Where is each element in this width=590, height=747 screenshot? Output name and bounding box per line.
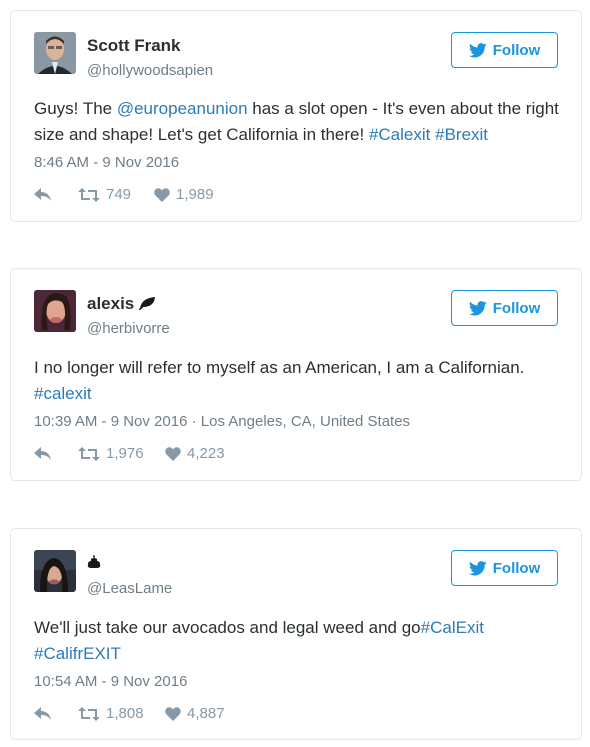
twitter-bird-icon (468, 300, 487, 315)
reply-icon (34, 706, 51, 720)
follow-button[interactable]: Follow (451, 550, 558, 586)
timestamp[interactable]: 10:39 AM - 9 Nov 2016 · Los Angeles, CA,… (34, 413, 410, 430)
display-name[interactable]: alexis (87, 294, 157, 314)
reply-button[interactable] (34, 187, 78, 202)
tweet-text: I no longer will refer to myself as an A… (34, 355, 564, 407)
reply-button[interactable] (34, 446, 78, 461)
hashtag-link[interactable]: #CalExit (421, 618, 484, 637)
retweet-count: 749 (106, 186, 132, 203)
tweet-actions: 1,976 4,223 (34, 445, 225, 462)
retweet-button[interactable]: 1,976 (78, 445, 165, 462)
follow-button[interactable]: Follow (451, 290, 558, 326)
like-button[interactable]: 4,887 (165, 705, 225, 722)
retweet-count: 1,976 (106, 445, 144, 462)
tweet-card: @LeasLame Follow We'll just take our avo… (10, 528, 582, 740)
tweet-text: We'll just take our avocados and legal w… (34, 615, 564, 667)
twitter-bird-icon (468, 560, 487, 575)
follow-button[interactable]: Follow (451, 32, 558, 68)
text-segment: We'll just take our avocados and legal w… (34, 618, 421, 637)
user-handle[interactable]: @LeasLame (87, 580, 172, 597)
heart-icon (154, 187, 170, 202)
reply-button[interactable] (34, 706, 78, 721)
tweet-actions: 749 1,989 (34, 186, 214, 203)
user-handle[interactable]: @herbivorre (87, 320, 170, 337)
follow-label: Follow (492, 559, 541, 577)
timestamp[interactable]: 8:46 AM - 9 Nov 2016 (34, 154, 179, 171)
retweet-count: 1,808 (106, 705, 144, 722)
like-count: 4,887 (187, 705, 225, 722)
display-name-text: alexis (87, 294, 135, 313)
tweet-text: Guys! The @europeanunion has a slot open… (34, 96, 564, 148)
follow-label: Follow (492, 299, 541, 317)
display-name[interactable]: Scott Frank (87, 36, 181, 56)
tweet-card: alexis @herbivorre Follow I no longer wi… (10, 268, 582, 481)
text-segment: Guys! The (34, 99, 117, 118)
poop-emoji-icon (87, 555, 101, 568)
like-button[interactable]: 4,223 (165, 445, 225, 462)
like-button[interactable]: 1,989 (154, 186, 214, 203)
hashtag-link[interactable]: #calexit (34, 384, 92, 403)
avatar[interactable] (34, 32, 76, 74)
avatar[interactable] (34, 550, 76, 592)
avatar[interactable] (34, 290, 76, 332)
timestamp[interactable]: 10:54 AM - 9 Nov 2016 (34, 673, 187, 690)
hashtag-link[interactable]: #CalifrEXIT (34, 644, 121, 663)
text-segment: I no longer will refer to myself as an A… (34, 358, 525, 377)
tweet-actions: 1,808 4,887 (34, 705, 225, 722)
retweet-icon (78, 446, 100, 461)
heart-icon (165, 446, 181, 461)
mention-link[interactable]: @europeanunion (117, 99, 248, 118)
hashtag-link[interactable]: #Brexit (435, 125, 488, 144)
hashtag-link[interactable]: #Calexit (369, 125, 430, 144)
twitter-bird-icon (468, 42, 487, 57)
heart-icon (165, 706, 181, 721)
follow-label: Follow (492, 41, 541, 59)
like-count: 1,989 (176, 186, 214, 203)
display-name[interactable] (87, 554, 101, 574)
retweet-button[interactable]: 1,808 (78, 705, 165, 722)
retweet-icon (78, 706, 100, 721)
reply-icon (34, 187, 51, 201)
user-handle[interactable]: @hollywoodsapien (87, 62, 213, 79)
retweet-icon (78, 187, 100, 202)
leaf-emoji-icon (138, 297, 155, 311)
tweet-card: Scott Frank @hollywoodsapien Follow Guys… (10, 10, 582, 222)
retweet-button[interactable]: 749 (78, 186, 154, 203)
like-count: 4,223 (187, 445, 225, 462)
reply-icon (34, 446, 51, 460)
